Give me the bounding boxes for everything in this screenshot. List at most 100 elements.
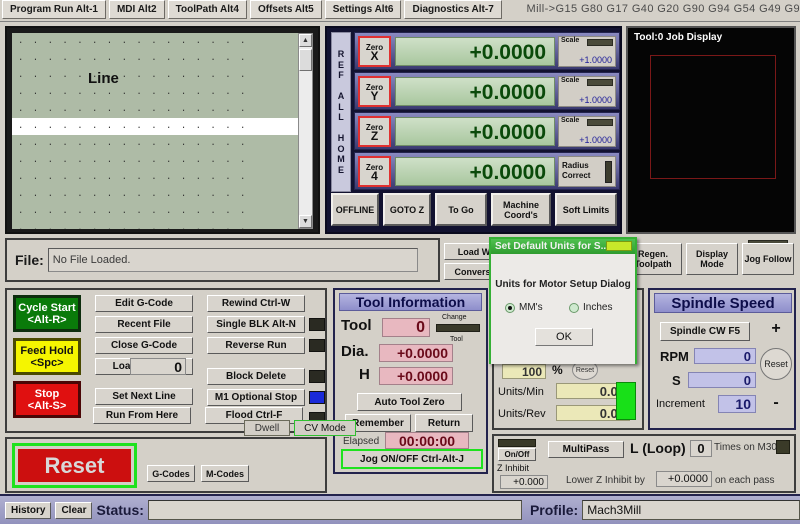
dwell-button[interactable]: Dwell (244, 420, 290, 436)
feed-hold-button[interactable]: Feed Hold <Spc> (13, 338, 81, 375)
jog-follow-button[interactable]: Jog Follow (742, 243, 794, 275)
feedrate-percent-field[interactable]: 100 (502, 364, 546, 379)
goto-z-button[interactable]: GOTO Z (383, 193, 431, 226)
dro-value-y[interactable]: +0.0000 (395, 77, 555, 106)
jog-onoff-button[interactable]: Jog ON/OFF Ctrl-Alt-J (341, 449, 483, 469)
s-field[interactable]: 0 (688, 372, 756, 388)
gcode-line[interactable]: . . . . . . . . . . . . . . . . (12, 152, 300, 169)
block-delete-button[interactable]: Block Delete (207, 368, 305, 385)
rewind-button[interactable]: Rewind Ctrl-W (207, 295, 305, 312)
return-button[interactable]: Return (415, 414, 473, 432)
zero-x-button[interactable]: Zero X (358, 36, 391, 67)
clear-button[interactable]: Clear (55, 502, 92, 519)
edit-gcode-button[interactable]: Edit G-Code (95, 295, 193, 312)
gcode-line[interactable]: . . . . . . . . . . . . . . . . (12, 220, 300, 229)
increment-field[interactable]: 10 (718, 395, 756, 413)
rpm-field[interactable]: 0 (694, 348, 756, 364)
tab-offsets[interactable]: Offsets Alt5 (250, 0, 322, 19)
loop-count-field[interactable]: 0 (690, 440, 712, 457)
spindle-cw-button[interactable]: Spindle CW F5 (660, 322, 750, 341)
file-name-field[interactable]: No File Loaded. (48, 248, 418, 272)
dro-value-x[interactable]: +0.0000 (395, 37, 555, 66)
scale-value-x[interactable]: +1.0000 (559, 55, 615, 65)
gcode-line[interactable]: . . . . . . . . . . . . . . . . (12, 33, 300, 50)
cv-mode-button[interactable]: CV Mode (294, 420, 356, 436)
gcode-scrollbar[interactable]: ▲ ▼ (298, 33, 313, 229)
gcode-line[interactable]: . . . . . . . . . . . . . . . . (12, 203, 300, 220)
to-go-button[interactable]: To Go (435, 193, 487, 226)
radius-correct-button[interactable]: Radius Correct (558, 156, 616, 187)
dro-row-z: Zero Z +0.0000 Scale +1.0000 (354, 112, 620, 150)
spindle-reset-button[interactable]: Reset (760, 348, 792, 380)
radio-mm-icon[interactable] (505, 303, 515, 313)
h-label: H (359, 366, 370, 383)
gcode-list[interactable]: . . . . . . . . . . . . . . . .. . . . .… (12, 33, 300, 229)
tab-program-run[interactable]: Program Run Alt-1 (2, 0, 106, 19)
dro-value-z[interactable]: +0.0000 (395, 117, 555, 146)
gcode-line[interactable]: . . . . . . . . . . . . . . . . (12, 118, 300, 135)
soft-limits-button[interactable]: Soft Limits (555, 193, 617, 226)
tab-toolpath[interactable]: ToolPath Alt4 (168, 0, 247, 19)
gcode-line[interactable]: . . . . . . . . . . . . . . . . (12, 101, 300, 118)
scale-value-z[interactable]: +1.0000 (559, 135, 615, 145)
dialog-titlebar[interactable]: Set Default Units for S... (491, 239, 635, 254)
z-inhibit-onoff-button[interactable]: On/Off (498, 448, 536, 461)
gcode-line[interactable]: . . . . . . . . . . . . . . . . (12, 67, 300, 84)
line-number-field[interactable]: 0 (130, 358, 186, 375)
scroll-down-icon[interactable]: ▼ (299, 215, 312, 228)
scale-box-y: Scale +1.0000 (558, 76, 616, 107)
z-inhibit-field[interactable]: +0.000 (500, 475, 548, 489)
auto-tool-zero-button[interactable]: Auto Tool Zero (357, 393, 462, 411)
cycle-start-button[interactable]: Cycle Start <Alt-R> (13, 295, 81, 332)
single-block-button[interactable]: Single BLK Alt-N (207, 316, 305, 333)
display-mode-button[interactable]: Display Mode (686, 243, 738, 275)
scroll-up-icon[interactable]: ▲ (299, 34, 312, 47)
gcode-line[interactable]: . . . . . . . . . . . . . . . . (12, 50, 300, 67)
tool-number-field[interactable]: 0 (382, 318, 430, 337)
tab-mdi[interactable]: MDI Alt2 (109, 0, 165, 19)
stop-button[interactable]: Stop <Alt-S> (13, 381, 81, 418)
spindle-increase-arrow-icon[interactable]: + (762, 318, 790, 342)
close-gcode-button[interactable]: Close G-Code (95, 337, 193, 354)
machine-coords-button[interactable]: Machine Coord's (491, 193, 551, 226)
reverse-run-button[interactable]: Reverse Run (207, 337, 305, 354)
gcodes-button[interactable]: G-Codes (147, 465, 195, 482)
tab-settings[interactable]: Settings Alt6 (325, 0, 402, 19)
lower-z-inhibit-field[interactable]: +0.0000 (656, 471, 712, 487)
status-field[interactable] (148, 500, 522, 520)
z-inhibit-label: Z Inhibit (497, 463, 529, 473)
multipass-button[interactable]: MultiPass (548, 441, 624, 458)
m1-optional-stop-button[interactable]: M1 Optional Stop (207, 389, 305, 406)
ref-all-home-button[interactable]: REF ALL HOME (331, 32, 351, 192)
zero-y-button[interactable]: Zero Y (358, 76, 391, 107)
radio-option-inches[interactable]: Inches (569, 302, 612, 313)
dro-value-4[interactable]: +0.0000 (395, 157, 555, 186)
history-button[interactable]: History (5, 502, 51, 519)
dialog-minimize-icon[interactable] (606, 241, 632, 251)
zero-z-button[interactable]: Zero Z (358, 116, 391, 147)
profile-field[interactable]: Mach3Mill (582, 500, 800, 520)
recent-file-button[interactable]: Recent File (95, 316, 193, 333)
tool-diameter-field[interactable]: +0.0000 (379, 344, 453, 362)
run-from-here-button[interactable]: Run From Here (93, 407, 191, 424)
set-next-line-button[interactable]: Set Next Line (95, 388, 193, 405)
radio-inches-icon[interactable] (569, 303, 579, 313)
reset-button[interactable]: Reset (12, 443, 137, 488)
gcode-line[interactable]: . . . . . . . . . . . . . . . . (12, 135, 300, 152)
zero-4-button[interactable]: Zero 4 (358, 156, 391, 187)
radio-option-mm[interactable]: MM's (505, 302, 543, 313)
gcode-line[interactable]: . . . . . . . . . . . . . . . . (12, 84, 300, 101)
scrollbar-thumb[interactable] (299, 49, 312, 71)
scale-value-y[interactable]: +1.0000 (559, 95, 615, 105)
gcode-line[interactable]: . . . . . . . . . . . . . . . . (12, 169, 300, 186)
mcodes-button[interactable]: M-Codes (201, 465, 249, 482)
dialog-ok-button[interactable]: OK (535, 328, 593, 346)
offline-button[interactable]: OFFLINE (331, 193, 379, 226)
dro-row-a4: Zero 4 +0.0000 Radius Correct (354, 152, 620, 190)
scale-led-icon (587, 79, 613, 86)
job-display-panel[interactable]: Tool:0 Job Display (626, 26, 796, 234)
tool-height-field[interactable]: +0.0000 (379, 367, 453, 385)
change-tool-button[interactable]: Change Tool (434, 316, 482, 341)
gcode-line[interactable]: . . . . . . . . . . . . . . . . (12, 186, 300, 203)
spindle-decrease-arrow-icon[interactable]: - (762, 392, 790, 416)
